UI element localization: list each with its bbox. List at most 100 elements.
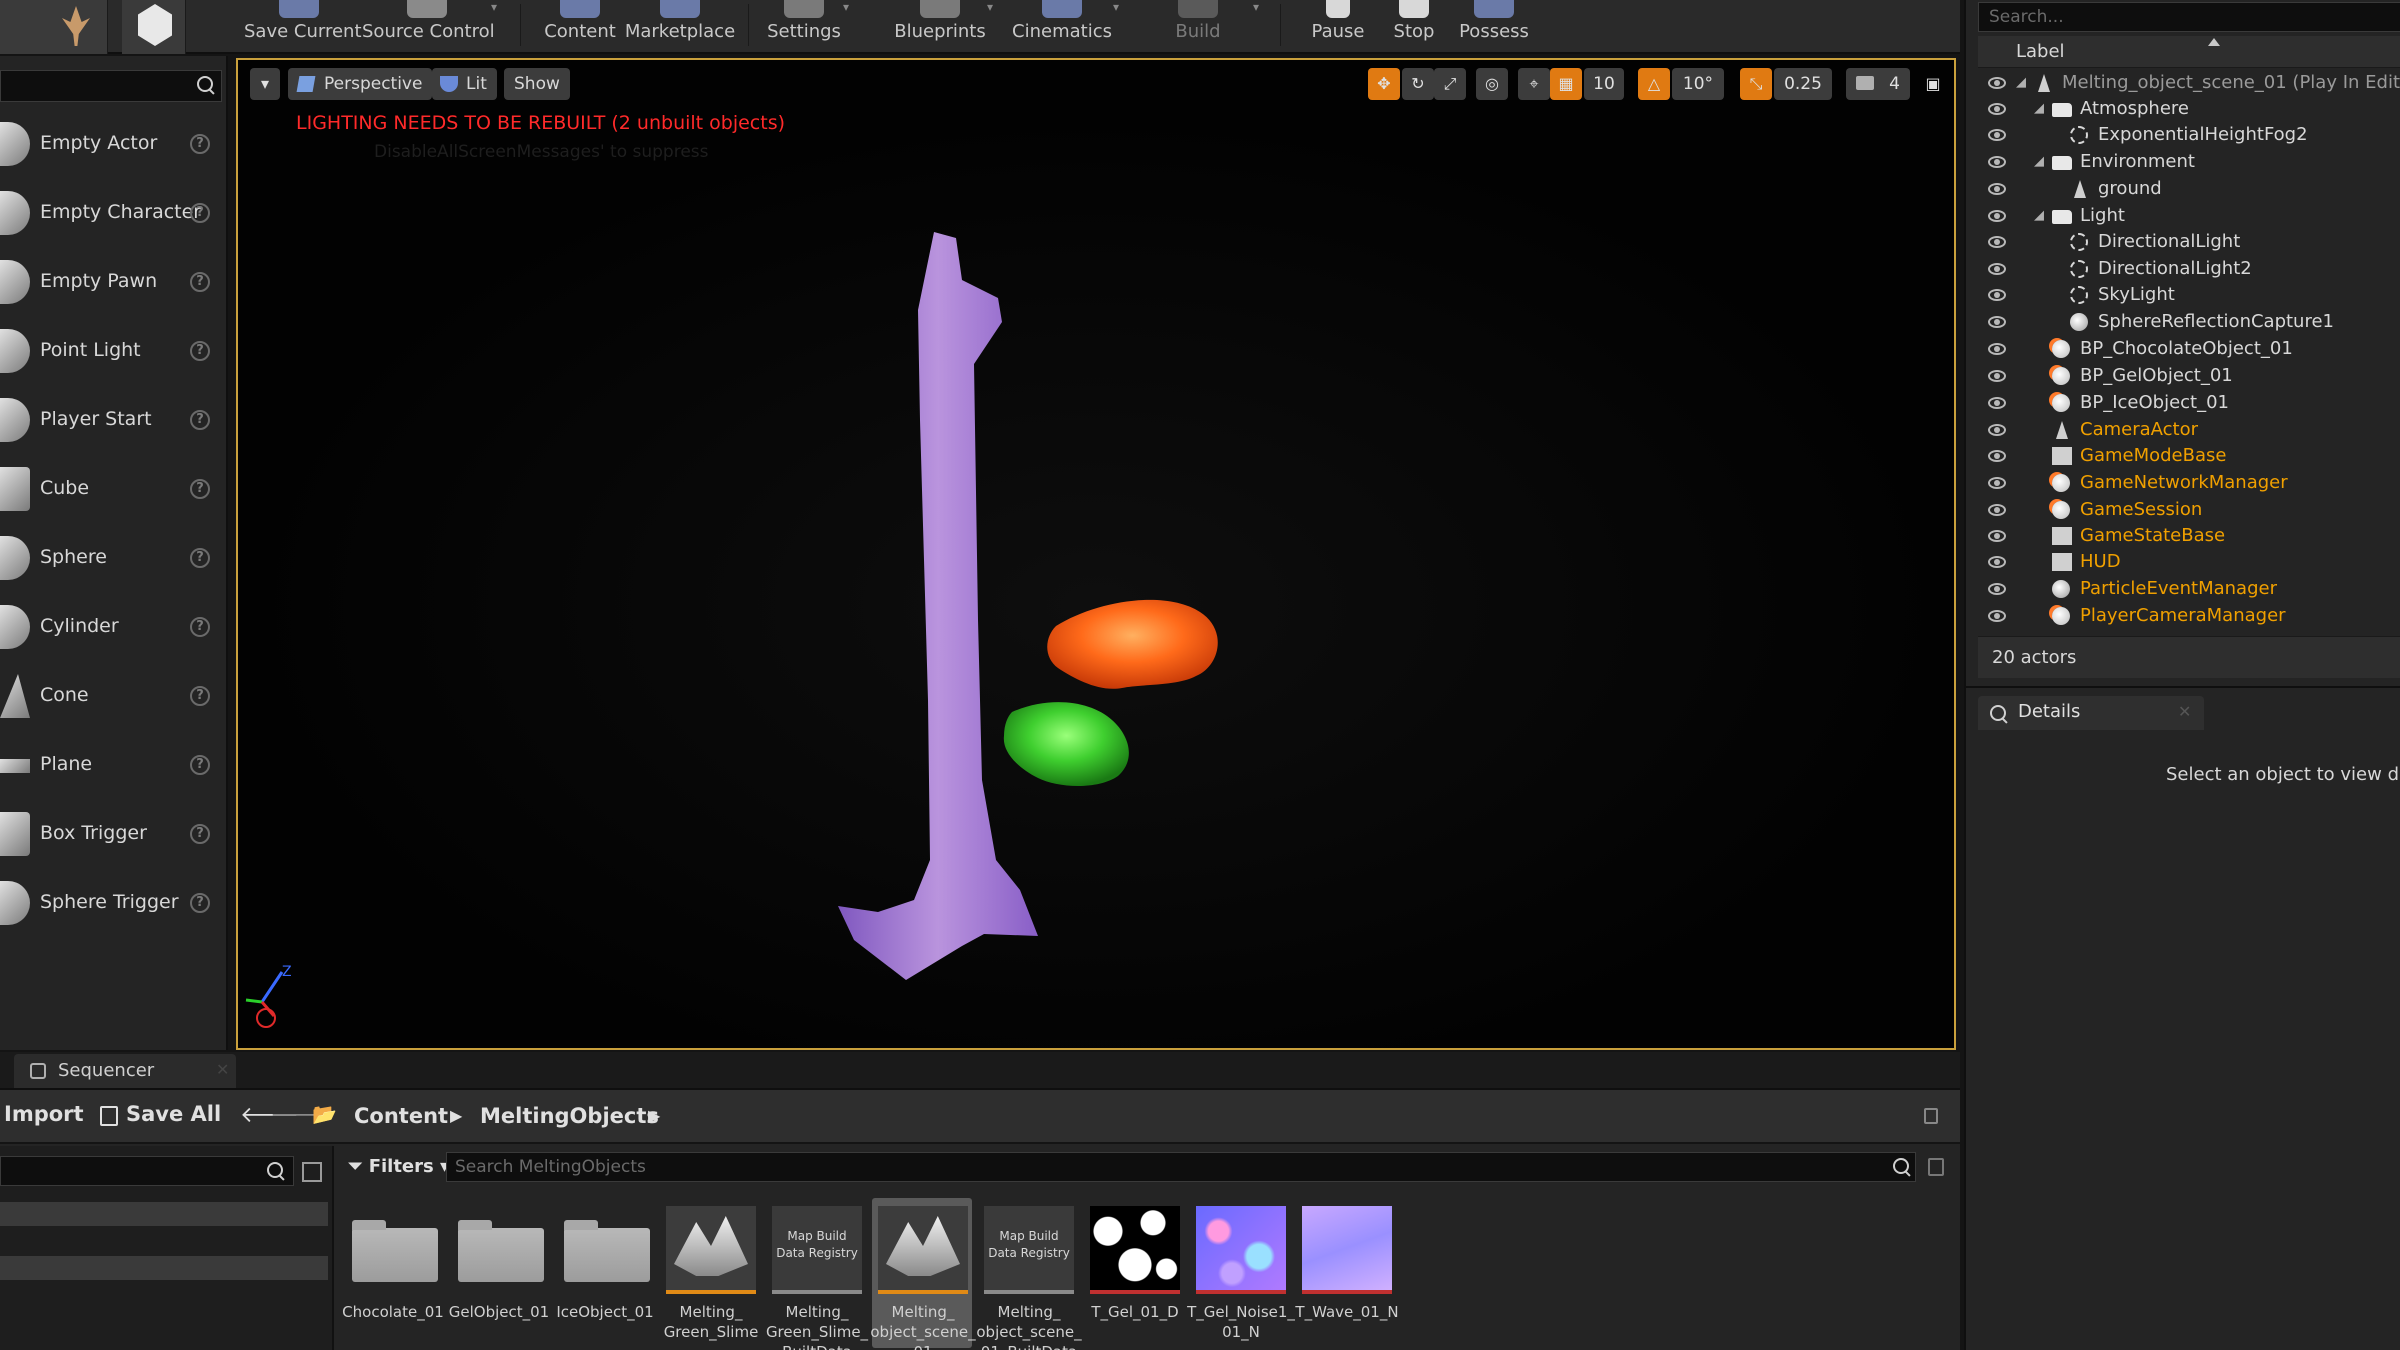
- grid-snap-value[interactable]: 10: [1584, 68, 1624, 100]
- expand-caret-icon[interactable]: ◢: [2016, 70, 2026, 96]
- show-button[interactable]: Show: [504, 68, 570, 100]
- tab-sequencer[interactable]: Sequencer ✕: [14, 1054, 236, 1088]
- build-button[interactable]: Build: [1160, 0, 1236, 54]
- sources-row[interactable]: [0, 1202, 328, 1226]
- eye-icon[interactable]: [1988, 236, 2006, 248]
- outliner-row[interactable]: ExponentialHeightFog2: [1978, 122, 2400, 148]
- place-actor-item[interactable]: Sphere?: [0, 526, 222, 586]
- asset-search-input[interactable]: Search MeltingObjects: [446, 1152, 1916, 1182]
- outliner-row[interactable]: DirectionalLight: [1978, 229, 2400, 255]
- breadcrumb-separator-icon[interactable]: ▶: [450, 1106, 462, 1125]
- scale-snap-icon[interactable]: ⤡: [1740, 68, 1772, 100]
- eye-icon[interactable]: [1988, 263, 2006, 275]
- eye-icon[interactable]: [1988, 530, 2006, 542]
- help-icon[interactable]: ?: [190, 341, 210, 361]
- foliage-mode-icon[interactable]: [44, 0, 108, 54]
- breadcrumb-separator-icon[interactable]: ▶: [648, 1106, 660, 1125]
- outliner-row[interactable]: GameSession: [1978, 497, 2400, 523]
- outliner-row[interactable]: HUD: [1978, 549, 2400, 575]
- expand-caret-icon[interactable]: ◢: [2034, 203, 2044, 229]
- lit-button[interactable]: Lit: [432, 68, 497, 100]
- maximize-viewport-icon[interactable]: ▣: [1920, 68, 1946, 100]
- build-dropdown-icon[interactable]: ▾: [1246, 0, 1266, 18]
- folder-nav-icon[interactable]: 📂: [312, 1102, 337, 1126]
- eye-icon[interactable]: [1988, 343, 2006, 355]
- outliner-row[interactable]: ◢ Atmosphere: [1978, 96, 2400, 122]
- expand-caret-icon[interactable]: ◢: [2034, 149, 2044, 175]
- import-button[interactable]: Import: [4, 1102, 84, 1126]
- place-actor-item[interactable]: Empty Pawn?: [0, 250, 222, 310]
- cinematics-dropdown-icon[interactable]: ▾: [1106, 0, 1126, 18]
- asset-tile[interactable]: GelObject_01: [448, 1198, 549, 1348]
- eye-icon[interactable]: [1988, 450, 2006, 462]
- possess-button[interactable]: Possess: [1452, 0, 1536, 54]
- content-button[interactable]: Content: [538, 0, 622, 54]
- filters-button[interactable]: ⏷ Filters ▾: [348, 1156, 449, 1177]
- expand-caret-icon[interactable]: ◢: [2034, 96, 2044, 122]
- place-actor-item[interactable]: Player Start?: [0, 388, 222, 448]
- outliner-row[interactable]: ParticleEventManager: [1978, 576, 2400, 602]
- place-actors-search-input[interactable]: [0, 70, 222, 102]
- perspective-button[interactable]: Perspective: [288, 68, 433, 100]
- asset-tile[interactable]: Map Build Data Registry Melting_ object_s…: [976, 1198, 1082, 1350]
- asset-tile[interactable]: Melting_ Green_Slime: [660, 1198, 760, 1348]
- outliner-column-header[interactable]: Label: [1978, 36, 2400, 68]
- eye-icon[interactable]: [1988, 504, 2006, 516]
- close-icon[interactable]: ✕: [2178, 702, 2191, 721]
- outliner-row[interactable]: DirectionalLight2: [1978, 256, 2400, 282]
- world-space-icon[interactable]: ◎: [1476, 68, 1508, 100]
- translate-icon[interactable]: ✥: [1368, 68, 1400, 100]
- place-actor-item[interactable]: Empty Character?: [0, 181, 222, 241]
- outliner-row[interactable]: GameStateBase: [1978, 523, 2400, 549]
- outliner-row[interactable]: ◢ Light: [1978, 203, 2400, 229]
- save-current-button[interactable]: Save Current: [244, 0, 362, 54]
- help-icon[interactable]: ?: [190, 272, 210, 292]
- place-actor-item[interactable]: Cone?: [0, 664, 222, 724]
- eye-icon[interactable]: [1988, 156, 2006, 168]
- eye-icon[interactable]: [1988, 77, 2006, 89]
- help-icon[interactable]: ?: [190, 755, 210, 775]
- help-icon[interactable]: ?: [190, 548, 210, 568]
- eye-icon[interactable]: [1988, 370, 2006, 382]
- outliner-row[interactable]: BP_ChocolateObject_01: [1978, 336, 2400, 362]
- asset-tile[interactable]: T_Wave_01_N: [1295, 1198, 1399, 1348]
- asset-tile[interactable]: T_Gel_01_D: [1084, 1198, 1184, 1348]
- asset-tile[interactable]: Chocolate_01: [342, 1198, 444, 1348]
- help-icon[interactable]: ?: [190, 203, 210, 223]
- eye-icon[interactable]: [1988, 583, 2006, 595]
- breadcrumb-meltingobjects[interactable]: MeltingObjects: [480, 1104, 659, 1128]
- outliner-row[interactable]: SphereReflectionCapture1: [1978, 309, 2400, 335]
- help-icon[interactable]: ?: [190, 617, 210, 637]
- marketplace-button[interactable]: Marketplace: [624, 0, 736, 54]
- rotation-snap-value[interactable]: 10°: [1672, 68, 1724, 100]
- sources-row[interactable]: [0, 1256, 328, 1280]
- help-icon[interactable]: ?: [190, 893, 210, 913]
- sources-search-input[interactable]: [0, 1156, 294, 1186]
- asset-tile[interactable]: Map Build Data Registry Melting_ Green_Sl…: [766, 1198, 868, 1350]
- eye-icon[interactable]: [1988, 183, 2006, 195]
- help-icon[interactable]: ?: [190, 686, 210, 706]
- search-icon[interactable]: [1891, 1156, 1913, 1178]
- search-icon[interactable]: [195, 74, 217, 96]
- geometry-mode-icon[interactable]: [122, 0, 186, 54]
- asset-tile[interactable]: Melting_ object_scene_ 01: [870, 1198, 976, 1350]
- eye-icon[interactable]: [1988, 316, 2006, 328]
- outliner-search-input[interactable]: Search...: [1978, 2, 2400, 32]
- viewport-options-dropdown[interactable]: ▾: [250, 68, 280, 100]
- scale-snap-value[interactable]: 0.25: [1774, 68, 1832, 100]
- eye-icon[interactable]: [1988, 477, 2006, 489]
- outliner-row[interactable]: ◢ Melting_object_scene_01 (Play In Editor…: [1978, 70, 2400, 96]
- eye-icon[interactable]: [1988, 103, 2006, 115]
- blueprints-dropdown-icon[interactable]: ▾: [980, 0, 1000, 18]
- place-actor-item[interactable]: Box Trigger?: [0, 802, 222, 862]
- eye-icon[interactable]: [1988, 610, 2006, 622]
- scale-icon[interactable]: ⤢: [1434, 68, 1466, 100]
- tab-details[interactable]: Details ✕: [1978, 696, 2204, 730]
- search-icon[interactable]: [265, 1160, 287, 1182]
- rotation-snap-icon[interactable]: △: [1638, 68, 1670, 100]
- help-icon[interactable]: ?: [190, 134, 210, 154]
- list-view-icon[interactable]: [302, 1162, 322, 1182]
- camera-speed-button[interactable]: 4: [1846, 68, 1910, 100]
- outliner-row[interactable]: SkyLight: [1978, 282, 2400, 308]
- outliner-row[interactable]: BP_GelObject_01: [1978, 363, 2400, 389]
